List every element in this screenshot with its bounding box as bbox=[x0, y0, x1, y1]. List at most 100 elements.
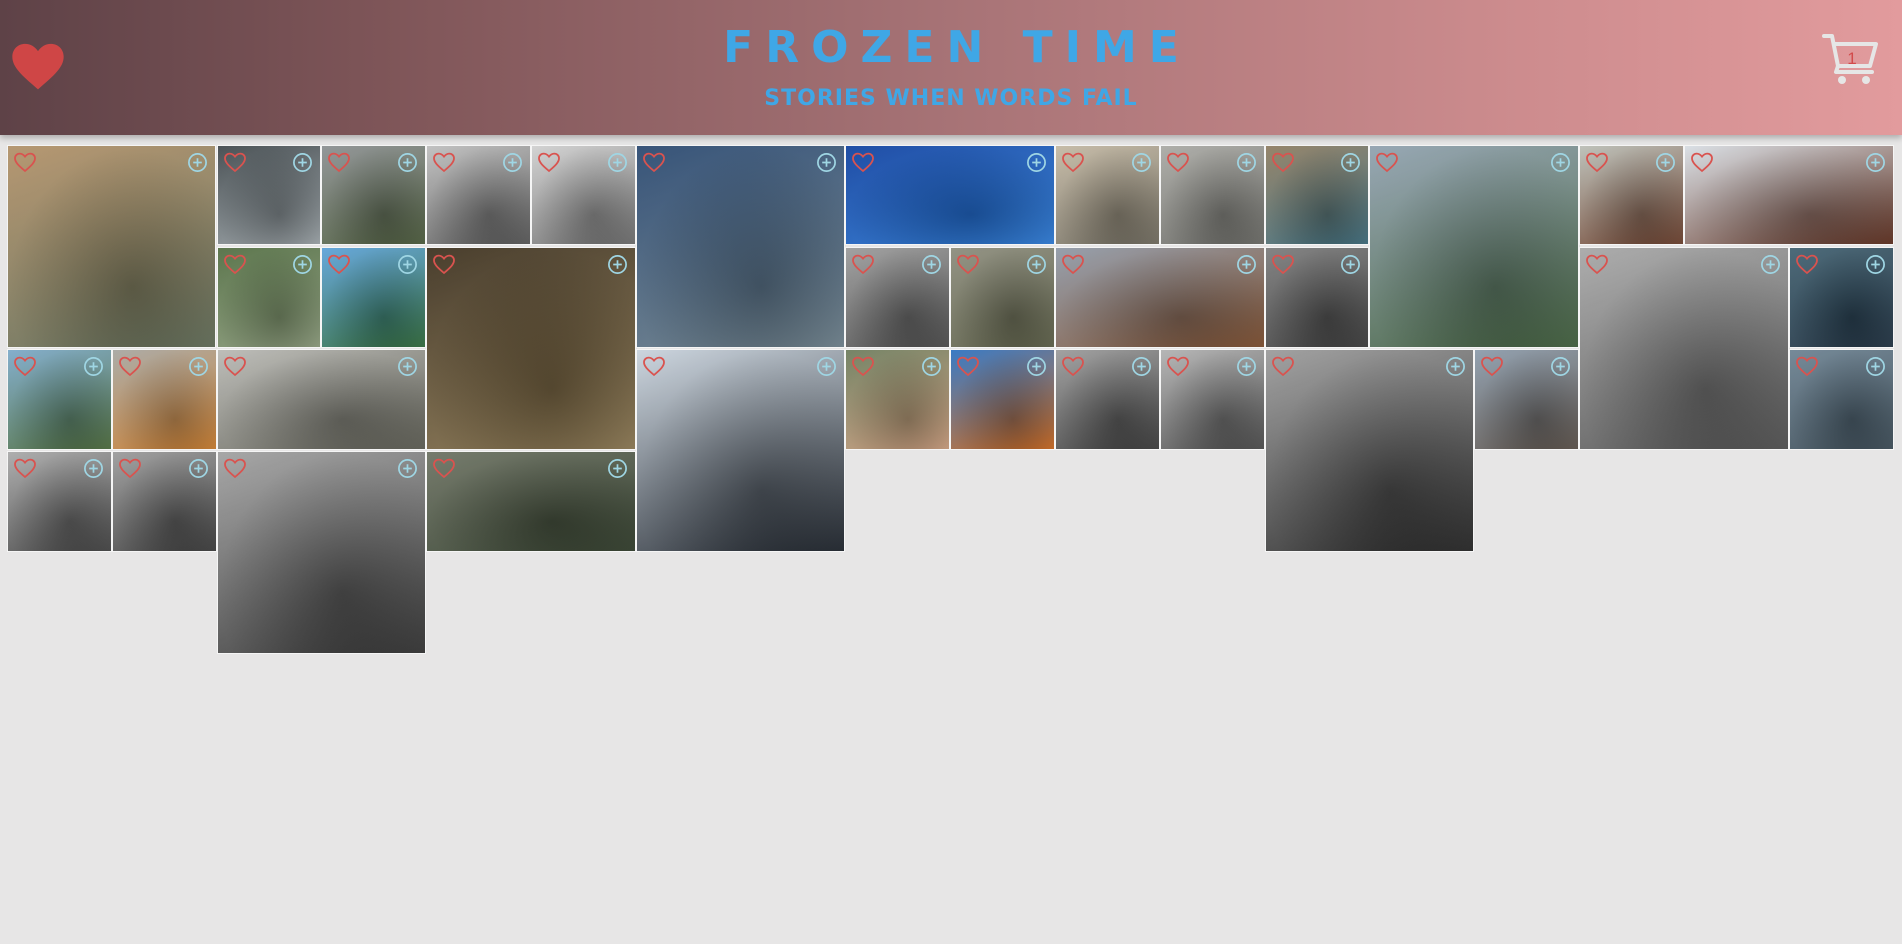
plus-circle-icon[interactable] bbox=[1550, 356, 1571, 377]
photo-ponte-vecchio[interactable] bbox=[7, 145, 216, 348]
heart-outline-icon[interactable] bbox=[432, 151, 456, 173]
photo-narrow-steps-bw[interactable] bbox=[112, 451, 217, 552]
plus-circle-icon[interactable] bbox=[607, 254, 628, 275]
heart-outline-icon[interactable] bbox=[432, 253, 456, 275]
photo-mountain-lake[interactable] bbox=[845, 145, 1055, 245]
plus-circle-icon[interactable] bbox=[187, 152, 208, 173]
heart-outline-icon[interactable] bbox=[432, 457, 456, 479]
heart-outline-icon[interactable] bbox=[1795, 355, 1819, 377]
plus-circle-icon[interactable] bbox=[1340, 152, 1361, 173]
heart-outline-icon[interactable] bbox=[223, 355, 247, 377]
photo-stadium-dome[interactable] bbox=[1055, 349, 1160, 450]
heart-outline-icon[interactable] bbox=[956, 253, 980, 275]
heart-outline-icon[interactable] bbox=[1061, 151, 1085, 173]
plus-circle-icon[interactable] bbox=[397, 152, 418, 173]
photo-bird-gliding[interactable] bbox=[1579, 145, 1684, 245]
plus-circle-icon[interactable] bbox=[1131, 152, 1152, 173]
heart-outline-icon[interactable] bbox=[118, 457, 142, 479]
plus-circle-icon[interactable] bbox=[816, 356, 837, 377]
plus-circle-icon[interactable] bbox=[1236, 254, 1257, 275]
heart-outline-icon[interactable] bbox=[1271, 355, 1295, 377]
heart-outline-icon[interactable] bbox=[1795, 253, 1819, 275]
photo-rainy-street[interactable] bbox=[1265, 145, 1369, 245]
heart-outline-icon[interactable] bbox=[1585, 253, 1609, 275]
plus-circle-icon[interactable] bbox=[1865, 254, 1886, 275]
plus-circle-icon[interactable] bbox=[816, 152, 837, 173]
plus-circle-icon[interactable] bbox=[1340, 254, 1361, 275]
plus-circle-icon[interactable] bbox=[1026, 254, 1047, 275]
photo-tower-clouds-bw[interactable] bbox=[1265, 349, 1474, 552]
plus-circle-icon[interactable] bbox=[1655, 152, 1676, 173]
heart-outline-icon[interactable] bbox=[1061, 355, 1085, 377]
photo-overgrown-car[interactable] bbox=[217, 247, 321, 348]
photo-dolphin[interactable] bbox=[1789, 247, 1894, 348]
heart-outline-icon[interactable] bbox=[1271, 253, 1295, 275]
photo-green-hills[interactable] bbox=[321, 247, 426, 348]
heart-outline-icon[interactable] bbox=[851, 355, 875, 377]
plus-circle-icon[interactable] bbox=[1865, 152, 1886, 173]
photo-palm-tree[interactable] bbox=[636, 349, 845, 552]
plus-circle-icon[interactable] bbox=[397, 458, 418, 479]
photo-boat-bw[interactable] bbox=[845, 247, 950, 348]
plus-circle-icon[interactable] bbox=[188, 356, 209, 377]
heart-outline-icon[interactable] bbox=[223, 253, 247, 275]
heart-outline-icon[interactable] bbox=[1690, 151, 1714, 173]
heart-outline-icon[interactable] bbox=[327, 151, 351, 173]
plus-circle-icon[interactable] bbox=[1445, 356, 1466, 377]
plus-circle-icon[interactable] bbox=[188, 458, 209, 479]
heart-outline-icon[interactable] bbox=[118, 355, 142, 377]
heart-outline-icon[interactable] bbox=[1166, 151, 1190, 173]
photo-kids-door[interactable] bbox=[1055, 145, 1160, 245]
plus-circle-icon[interactable] bbox=[1026, 356, 1047, 377]
photo-man-toy-guitar[interactable] bbox=[845, 349, 950, 450]
heart-outline-icon[interactable] bbox=[1585, 151, 1609, 173]
photo-old-town-street[interactable] bbox=[217, 451, 426, 654]
plus-circle-icon[interactable] bbox=[397, 254, 418, 275]
plus-circle-icon[interactable] bbox=[1236, 152, 1257, 173]
photo-arched-bridge[interactable] bbox=[7, 349, 112, 450]
plus-circle-icon[interactable] bbox=[1865, 356, 1886, 377]
photo-forest-stairs[interactable] bbox=[426, 451, 636, 552]
plus-circle-icon[interactable] bbox=[83, 458, 104, 479]
heart-outline-icon[interactable] bbox=[223, 151, 247, 173]
photo-blue-house-dam[interactable] bbox=[636, 145, 845, 348]
plus-circle-icon[interactable] bbox=[1760, 254, 1781, 275]
photo-orange-robe[interactable] bbox=[112, 349, 217, 450]
heart-outline-icon[interactable] bbox=[642, 355, 666, 377]
heart-outline-icon[interactable] bbox=[642, 151, 666, 173]
plus-circle-icon[interactable] bbox=[397, 356, 418, 377]
photo-orange-doghouse[interactable] bbox=[950, 349, 1055, 450]
heart-outline-icon[interactable] bbox=[851, 151, 875, 173]
plus-circle-icon[interactable] bbox=[1026, 152, 1047, 173]
plus-circle-icon[interactable] bbox=[502, 152, 523, 173]
photo-valley-clouds[interactable] bbox=[321, 145, 426, 245]
heart-outline-icon[interactable] bbox=[1375, 151, 1399, 173]
photo-snowy-trees-bw[interactable] bbox=[426, 145, 531, 245]
photo-stone-steps[interactable] bbox=[1160, 145, 1265, 245]
plus-circle-icon[interactable] bbox=[921, 254, 942, 275]
plus-circle-icon[interactable] bbox=[1131, 356, 1152, 377]
heart-outline-icon[interactable] bbox=[1061, 253, 1085, 275]
photo-factory-bw[interactable] bbox=[1579, 247, 1789, 450]
heart-outline-icon[interactable] bbox=[1480, 355, 1504, 377]
heart-outline-icon[interactable] bbox=[13, 355, 37, 377]
plus-circle-icon[interactable] bbox=[292, 254, 313, 275]
plus-circle-icon[interactable] bbox=[1236, 356, 1257, 377]
heart-outline-icon[interactable] bbox=[327, 253, 351, 275]
photo-building-entrance[interactable] bbox=[1265, 247, 1369, 348]
heart-outline-icon[interactable] bbox=[956, 355, 980, 377]
heart-outline-icon[interactable] bbox=[851, 253, 875, 275]
photo-seal-waves[interactable] bbox=[1789, 349, 1894, 450]
photo-cliff-peaks[interactable] bbox=[1369, 145, 1579, 348]
heart-outline-icon[interactable] bbox=[1271, 151, 1295, 173]
photo-spaniel-dog[interactable] bbox=[1055, 247, 1265, 348]
photo-stormy-mountains[interactable] bbox=[217, 145, 321, 245]
photo-beach-huts-bw[interactable] bbox=[7, 451, 112, 552]
heart-outline-icon[interactable] bbox=[1166, 355, 1190, 377]
photo-cemetery-statues[interactable] bbox=[950, 247, 1055, 348]
photo-white-horse[interactable] bbox=[531, 145, 636, 245]
photo-cathedral[interactable] bbox=[1474, 349, 1579, 450]
plus-circle-icon[interactable] bbox=[607, 458, 628, 479]
photo-climber-stairs[interactable] bbox=[217, 349, 426, 450]
plus-circle-icon[interactable] bbox=[921, 356, 942, 377]
